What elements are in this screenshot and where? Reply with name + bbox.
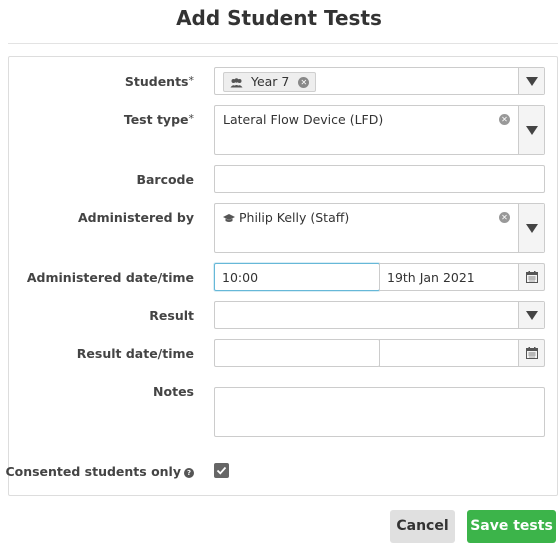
clear-icon[interactable]: ✕ [499,114,510,125]
students-select[interactable]: Year 7 ✕ [214,67,545,95]
administered-date-input[interactable]: 19th Jan 2021 [379,263,519,291]
administered-by-label: Administered by [77,210,194,225]
test-type-select[interactable]: Lateral Flow Device (LFD) ✕ [214,105,545,155]
result-label: Result [149,308,194,323]
title-divider [8,43,558,44]
barcode-label: Barcode [136,172,194,187]
administered-calendar-button[interactable] [519,263,545,291]
result-dropdown-button[interactable] [518,302,544,328]
consented-only-label: Consented students only? [5,464,194,479]
chevron-down-icon [525,311,538,320]
administered-time-input[interactable]: 10:00 [214,263,380,291]
clear-icon[interactable]: ✕ [499,212,510,223]
test-type-dropdown-button[interactable] [518,106,544,154]
graduation-cap-icon [223,214,235,222]
result-date-input[interactable] [379,339,519,367]
cancel-button[interactable]: Cancel [390,510,455,543]
save-tests-button[interactable]: Save tests [467,510,556,543]
consented-only-checkbox[interactable] [214,463,229,478]
group-icon [230,77,243,87]
students-dropdown-button[interactable] [518,68,544,94]
result-datetime-label: Result date/time [76,346,194,361]
administered-by-value: Philip Kelly (Staff) [223,210,349,225]
test-type-value: Lateral Flow Device (LFD) [223,112,384,127]
students-label: Students* [124,74,194,89]
dialog-title: Add Student Tests [176,6,382,30]
checkmark-icon [216,466,227,475]
calendar-icon [526,271,538,283]
help-icon[interactable]: ? [184,467,194,478]
calendar-icon [526,347,538,359]
administered-by-dropdown-button[interactable] [518,204,544,252]
administered-datetime-label: Administered date/time [26,270,194,285]
chevron-down-icon [525,77,538,86]
notes-textarea[interactable] [214,387,545,437]
notes-label: Notes [153,384,194,399]
administered-by-select[interactable]: Philip Kelly (Staff) ✕ [214,203,545,253]
students-tag: Year 7 ✕ [223,72,317,92]
barcode-input[interactable] [214,165,545,193]
result-select[interactable] [214,301,545,329]
chevron-down-icon [525,224,538,233]
test-type-label: Test type* [123,112,194,127]
chevron-down-icon [525,126,538,135]
remove-tag-icon[interactable]: ✕ [298,77,310,88]
students-tag-label: Year 7 [250,74,290,89]
result-calendar-button[interactable] [519,339,545,367]
result-time-input[interactable] [214,339,380,367]
